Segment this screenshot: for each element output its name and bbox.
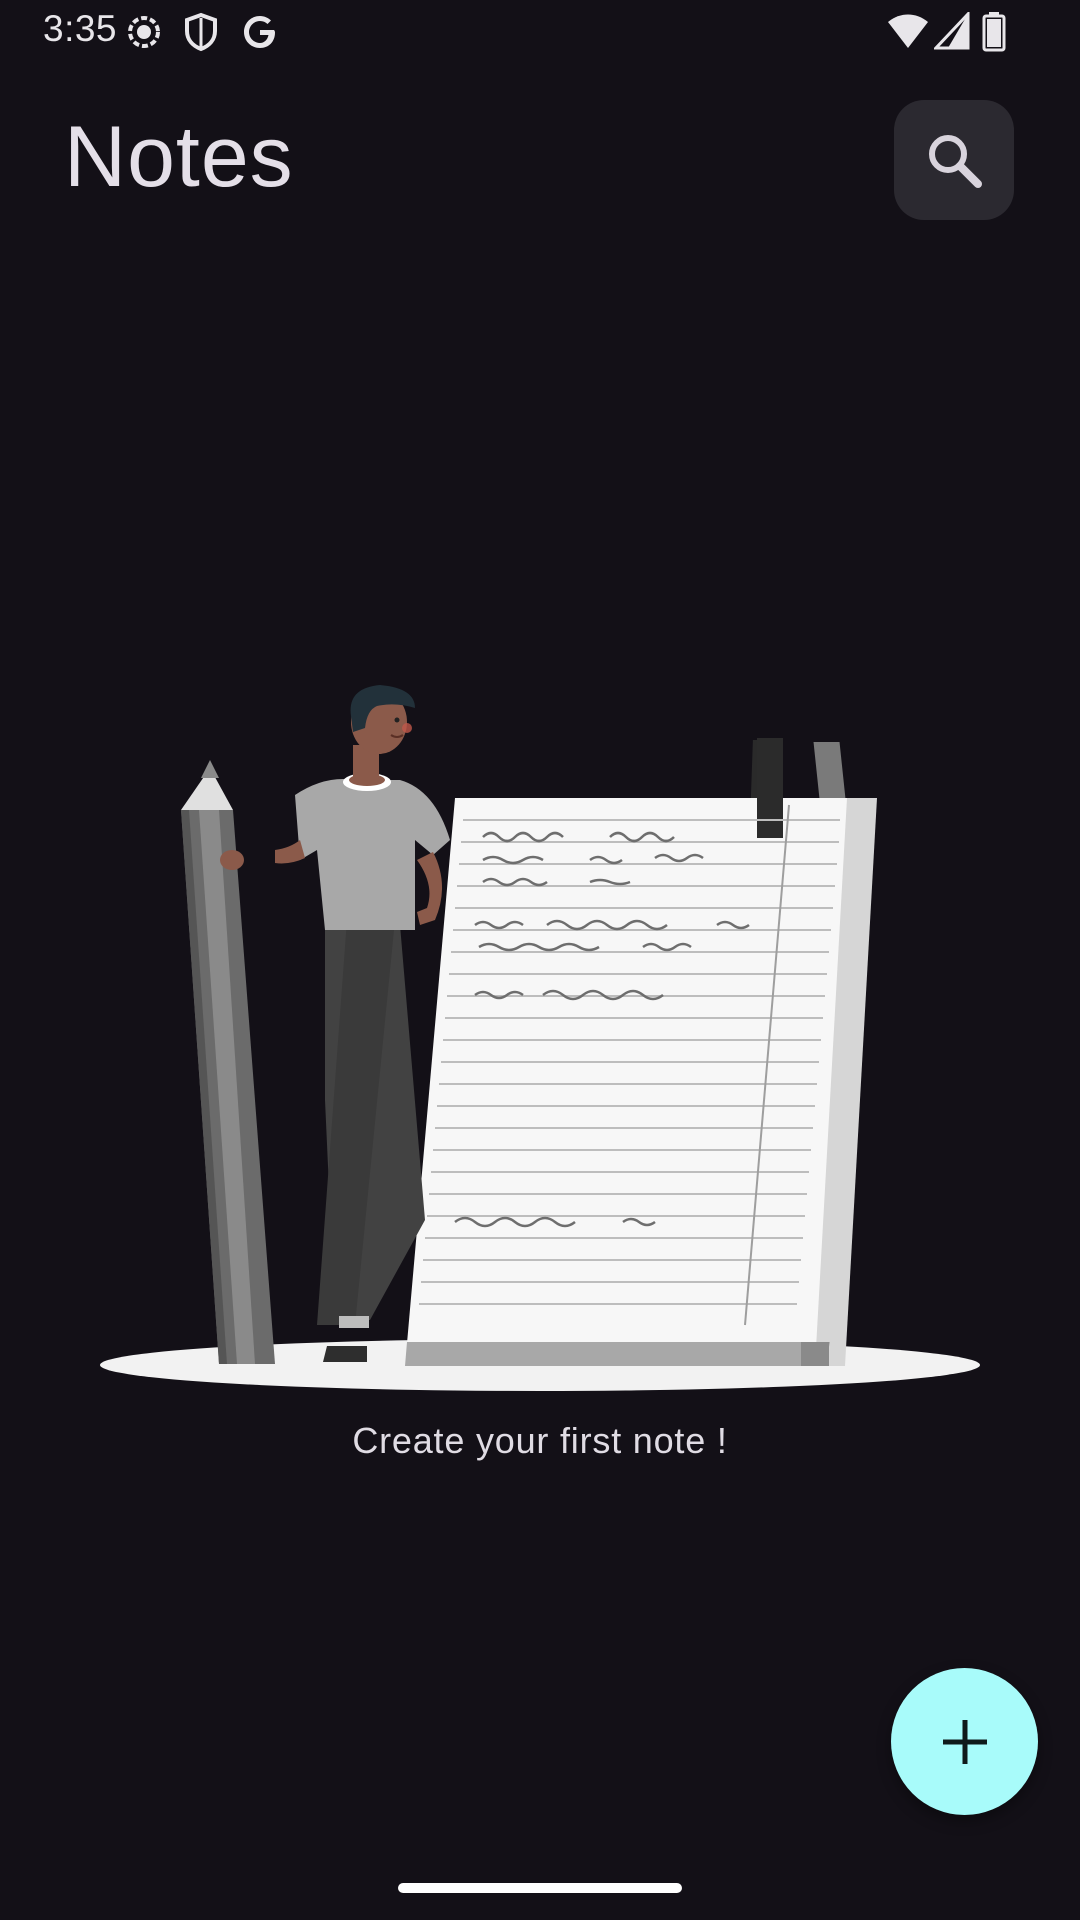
search-button[interactable] (894, 100, 1014, 220)
plus-icon (942, 1719, 987, 1764)
search-icon (929, 135, 982, 188)
screen-record-icon (128, 16, 160, 48)
home-indicator[interactable] (398, 1883, 682, 1893)
notes-screen: 3:35 Notes Create your first note ! (0, 0, 1080, 1920)
person-with-pencil-and-notepad-illustration (100, 685, 980, 1391)
status-bar: 3:35 (0, 0, 1080, 62)
battery-icon (982, 12, 1006, 52)
wifi-icon (888, 14, 928, 48)
status-time: 3:35 (43, 8, 118, 49)
google-icon (244, 16, 275, 48)
empty-state-message: Create your first note ! (352, 1420, 728, 1461)
shield-icon (185, 12, 217, 52)
add-note-button[interactable] (891, 1668, 1038, 1815)
page-title: Notes (64, 109, 294, 205)
signal-icon (934, 12, 970, 50)
